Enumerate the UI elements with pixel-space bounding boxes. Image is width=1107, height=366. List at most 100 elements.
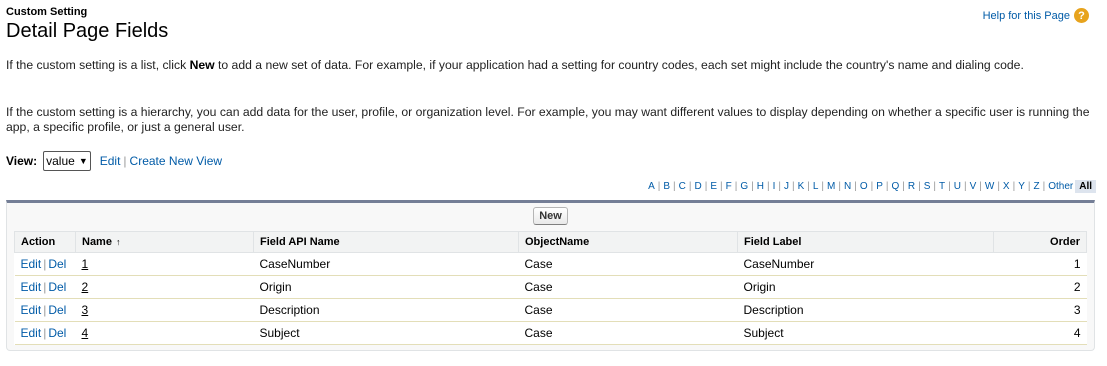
separator: | (902, 181, 905, 192)
alpha-filter-o[interactable]: O (860, 181, 868, 192)
alpha-filter-i[interactable]: I (773, 181, 776, 192)
separator: | (766, 181, 770, 192)
col-object-name[interactable]: ObjectName (518, 231, 738, 253)
alpha-filter-y[interactable]: Y (1018, 181, 1025, 192)
alpha-filter-all[interactable]: All (1075, 180, 1096, 193)
cell-name: 2 (75, 275, 254, 299)
col-order[interactable]: Order (993, 231, 1087, 253)
delete-link[interactable]: Del (48, 280, 66, 294)
page-header: Custom Setting Detail Page Fields (6, 6, 168, 43)
cell-field-api-name: Description (253, 298, 519, 322)
alpha-filter-w[interactable]: W (985, 181, 994, 192)
view-selected-value: value (46, 154, 75, 168)
alpha-filter-q[interactable]: Q (892, 181, 900, 192)
alpha-filter-c[interactable]: C (679, 181, 686, 192)
separator: | (1027, 181, 1031, 192)
view-label: View: (6, 154, 38, 168)
list-panel: New Action Name ↑ Field API Name ObjectNa… (6, 200, 1095, 351)
col-name[interactable]: Name ↑ (75, 231, 254, 253)
alpha-filter-d[interactable]: D (695, 181, 702, 192)
delete-link[interactable]: Del (48, 303, 66, 317)
separator: | (688, 181, 692, 192)
edit-link[interactable]: Edit (21, 303, 42, 317)
delete-link[interactable]: Del (48, 257, 66, 271)
col-field-label[interactable]: Field Label (737, 231, 994, 253)
data-table: Action Name ↑ Field API Name ObjectName F… (14, 231, 1087, 345)
alpha-filter-s[interactable]: S (924, 181, 931, 192)
separator: | (1012, 181, 1016, 192)
separator: | (870, 181, 874, 192)
alpha-filter: A | B | C | D | E | F | G | H | I | J | K | L | M | N | O | P | Q | R | S | T |… (648, 180, 1096, 193)
alpha-filter-z[interactable]: Z (1033, 181, 1039, 192)
create-new-view-link[interactable]: Create New View (130, 154, 222, 168)
view-select[interactable]: value ▼ (43, 151, 91, 171)
new-button[interactable]: New (533, 207, 568, 225)
edit-link[interactable]: Edit (21, 280, 42, 294)
separator: | (751, 181, 754, 192)
separator: | (123, 154, 127, 168)
separator: | (933, 181, 937, 192)
separator: | (657, 181, 661, 192)
separator: | (1042, 181, 1046, 192)
description-text: to add a new set of data. For example, i… (214, 58, 1024, 72)
separator: | (963, 181, 967, 192)
record-name-link[interactable]: 1 (82, 257, 89, 271)
description-text: If the custom setting is a list, click (6, 58, 190, 72)
col-name-label[interactable]: Name (82, 236, 112, 248)
separator: | (704, 181, 708, 192)
record-name-link[interactable]: 3 (82, 303, 89, 317)
cell-order: 3 (993, 298, 1087, 322)
row-actions: Edit | Del (14, 252, 76, 276)
help-link[interactable]: Help for this Page (983, 10, 1070, 22)
alpha-filter-m[interactable]: M (827, 181, 835, 192)
record-name-link[interactable]: 2 (82, 280, 89, 294)
col-field-api-name[interactable]: Field API Name (253, 231, 519, 253)
alpha-filter-v[interactable]: V (970, 181, 977, 192)
alpha-filter-f[interactable]: F (726, 181, 732, 192)
separator: | (885, 181, 889, 192)
alpha-filter-g[interactable]: G (740, 181, 748, 192)
description-list: If the custom setting is a list, click N… (6, 58, 1091, 73)
help-icon[interactable]: ? (1074, 8, 1089, 23)
alpha-filter-p[interactable]: P (876, 181, 883, 192)
description-new-keyword: New (189, 58, 215, 72)
cell-object-name: Case (518, 321, 738, 345)
record-name-link[interactable]: 4 (82, 326, 89, 340)
edit-view-link[interactable]: Edit (100, 154, 121, 168)
alpha-filter-j[interactable]: J (784, 181, 789, 192)
cell-object-name: Case (518, 252, 738, 276)
alpha-filter-l[interactable]: L (813, 181, 819, 192)
cell-object-name: Case (518, 298, 738, 322)
alpha-filter-a[interactable]: A (648, 181, 655, 192)
alpha-filter-b[interactable]: B (663, 181, 670, 192)
table-row: Edit | Del 3 Description Case Description 3 (14, 298, 1087, 322)
cell-name: 1 (75, 252, 254, 276)
row-actions: Edit | Del (14, 298, 76, 322)
edit-link[interactable]: Edit (21, 326, 42, 340)
alpha-filter-n[interactable]: N (844, 181, 851, 192)
alpha-filter-other[interactable]: Other (1048, 181, 1073, 192)
cell-object-name: Case (518, 275, 738, 299)
col-action: Action (14, 231, 76, 253)
alpha-filter-e[interactable]: E (710, 181, 717, 192)
alpha-filter-t[interactable]: T (939, 181, 945, 192)
cell-field-api-name: CaseNumber (253, 252, 519, 276)
delete-link[interactable]: Del (48, 326, 66, 340)
row-actions: Edit | Del (14, 321, 76, 345)
help-link-area[interactable]: Help for this Page ? (983, 8, 1089, 23)
alpha-filter-u[interactable]: U (954, 181, 961, 192)
alpha-filter-r[interactable]: R (908, 181, 915, 192)
alpha-filter-h[interactable]: H (757, 181, 764, 192)
chevron-down-icon: ▼ (78, 156, 88, 166)
alpha-filter-x[interactable]: X (1003, 181, 1010, 192)
cell-field-label: Description (737, 298, 994, 322)
edit-link[interactable]: Edit (21, 257, 42, 271)
table-row: Edit | Del 2 Origin Case Origin 2 (14, 275, 1087, 299)
separator: | (821, 181, 825, 192)
alpha-filter-k[interactable]: K (798, 181, 805, 192)
cell-name: 3 (75, 298, 254, 322)
sort-ascending-icon[interactable]: ↑ (116, 237, 121, 247)
separator: | (43, 326, 47, 340)
separator: | (807, 181, 810, 192)
cell-order: 1 (993, 252, 1087, 276)
